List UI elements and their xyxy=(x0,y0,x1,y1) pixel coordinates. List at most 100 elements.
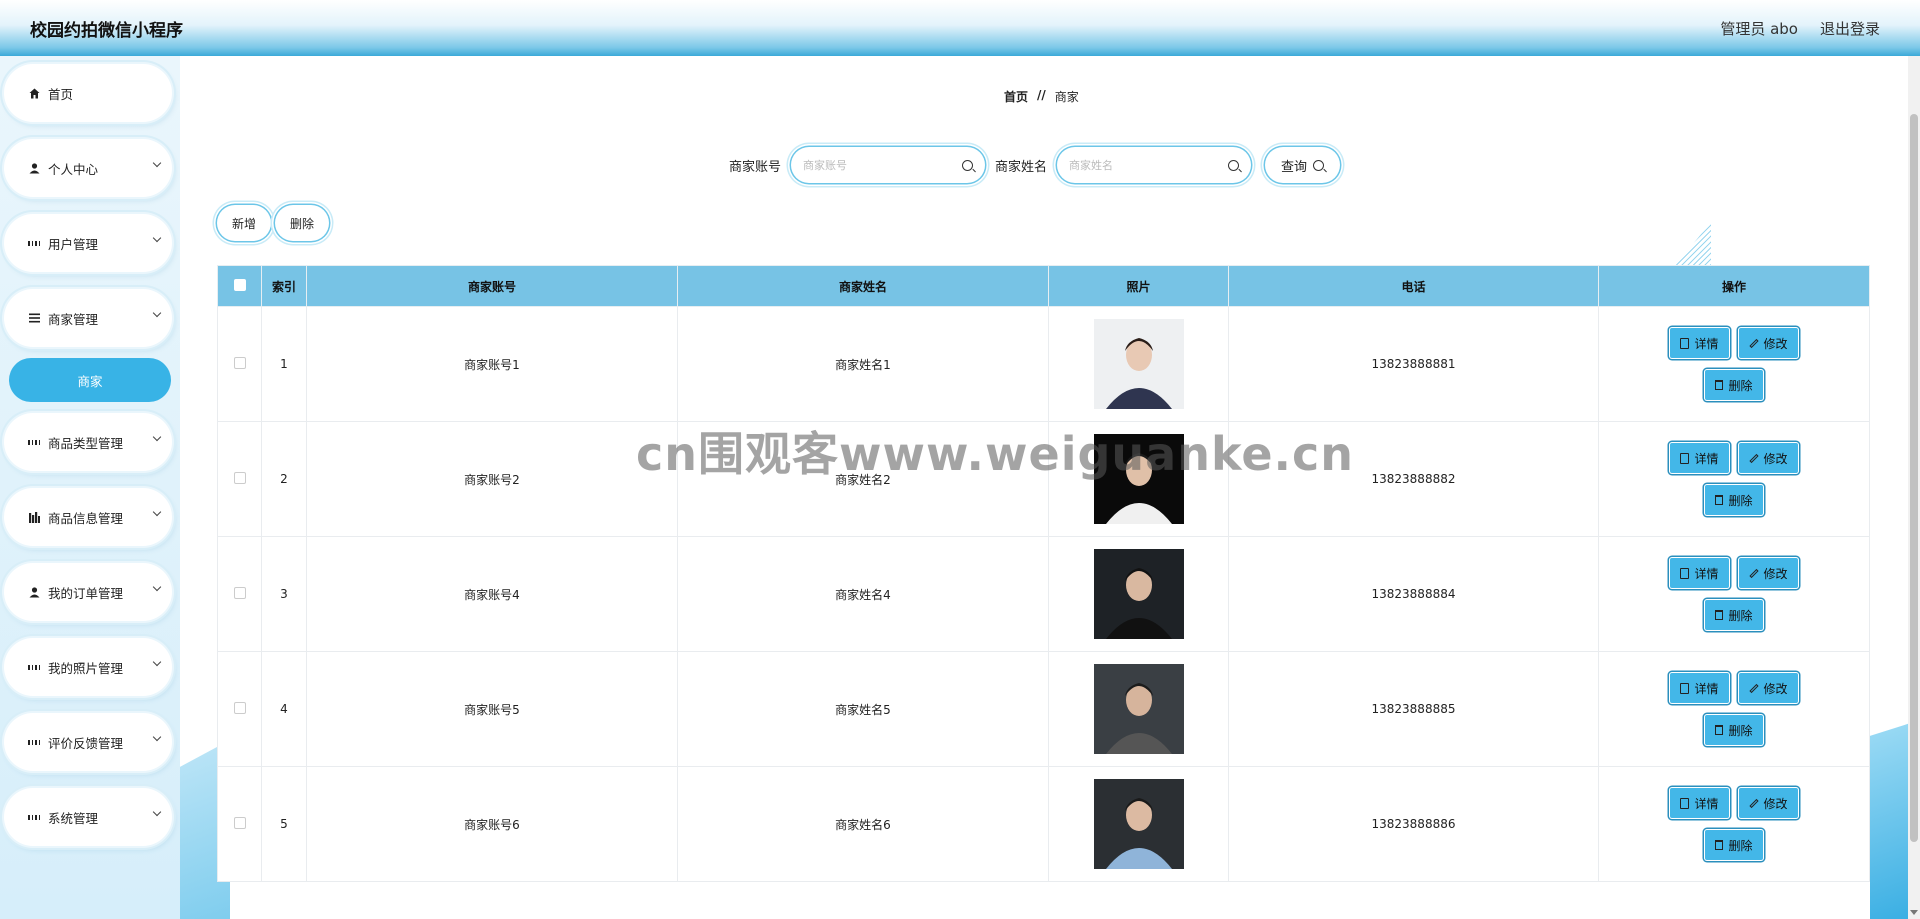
merchant-photo[interactable] xyxy=(1093,434,1184,524)
detail-button-label: 详情 xyxy=(1694,566,1719,581)
account-search-input[interactable] xyxy=(803,158,963,172)
edit-button[interactable]: 修改 xyxy=(1737,327,1799,359)
detail-button-label: 详情 xyxy=(1694,681,1719,696)
chevron-down-icon xyxy=(152,158,162,168)
sidebar-item-my-photos[interactable]: 我的照片管理 xyxy=(4,638,172,696)
edit-button[interactable]: 修改 xyxy=(1737,557,1799,589)
app-title: 校园约拍微信小程序 xyxy=(30,20,183,41)
index-cell: 3 xyxy=(261,536,307,652)
name-search-field[interactable] xyxy=(1057,147,1252,183)
detail-button[interactable]: 详情 xyxy=(1669,442,1730,474)
row-delete-button[interactable]: 删除 xyxy=(1704,599,1764,631)
merchant-photo[interactable] xyxy=(1093,779,1184,869)
column-header-phone: 电话 xyxy=(1228,265,1599,307)
sidebar-item-user-management[interactable]: 用户管理 xyxy=(4,214,172,272)
row-delete-button[interactable]: 删除 xyxy=(1704,829,1764,861)
grid-icon xyxy=(28,237,40,249)
sidebar-subitem-merchant[interactable]: 商家 xyxy=(9,358,171,402)
account-search-field[interactable] xyxy=(791,147,986,183)
row-checkbox[interactable] xyxy=(233,586,246,599)
breadcrumb-home[interactable]: 首页 xyxy=(1004,88,1028,105)
table-header-row: 索引 商家账号 商家姓名 照片 电话 操作 xyxy=(217,265,1870,307)
delete-button-label: 删除 xyxy=(1728,493,1753,508)
sidebar-item-product-type-management[interactable]: 商品类型管理 xyxy=(4,413,172,471)
select-all-checkbox[interactable] xyxy=(233,278,246,291)
grid-icon xyxy=(28,736,40,748)
name-search-input[interactable] xyxy=(1069,158,1229,172)
detail-button[interactable]: 详情 xyxy=(1669,787,1730,819)
delete-button-label: 删除 xyxy=(1728,723,1753,738)
admin-label: 管理员 abo xyxy=(1720,19,1798,38)
sidebar-item-system[interactable]: 系统管理 xyxy=(4,788,172,846)
user-icon xyxy=(28,586,40,598)
merchant-photo[interactable] xyxy=(1093,549,1184,639)
pencil-icon xyxy=(1748,683,1759,693)
sidebar-item-personal-center[interactable]: 个人中心 xyxy=(4,139,172,197)
account-cell: 商家账号1 xyxy=(306,306,678,422)
sidebar: 首页 个人中心 用户管理 商家管理 商家 商品类型管理 商品信息管理 我的订单管… xyxy=(0,56,180,919)
chevron-down-icon xyxy=(152,507,162,517)
action-bar: 新增 删除 xyxy=(217,205,330,241)
operations-cell: 详情 修改 删除 xyxy=(1598,306,1870,422)
detail-button-label: 详情 xyxy=(1694,451,1719,466)
chevron-down-icon xyxy=(152,807,162,817)
add-button[interactable]: 新增 xyxy=(217,205,272,241)
sidebar-item-my-orders[interactable]: 我的订单管理 xyxy=(4,563,172,621)
grid-icon xyxy=(28,661,40,673)
delete-button-label: 删除 xyxy=(1728,378,1753,393)
edit-button[interactable]: 修改 xyxy=(1737,442,1799,474)
phone-cell: 13823888884 xyxy=(1228,536,1599,652)
row-delete-button[interactable]: 删除 xyxy=(1704,369,1764,401)
column-header-name: 商家姓名 xyxy=(677,265,1049,307)
top-header: 校园约拍微信小程序 管理员 abo 退出登录 xyxy=(0,0,1920,56)
row-checkbox[interactable] xyxy=(233,816,246,829)
column-header-photo: 照片 xyxy=(1048,265,1229,307)
edit-button[interactable]: 修改 xyxy=(1737,787,1799,819)
row-checkbox[interactable] xyxy=(233,356,246,369)
delete-button-label: 删除 xyxy=(1728,608,1753,623)
edit-button[interactable]: 修改 xyxy=(1737,672,1799,704)
phone-cell: 13823888881 xyxy=(1228,306,1599,422)
account-cell: 商家账号6 xyxy=(306,766,678,882)
scroll-down-arrow-icon[interactable] xyxy=(1910,910,1918,915)
breadcrumb-separator: // xyxy=(1037,88,1046,102)
edit-button-label: 修改 xyxy=(1763,566,1788,581)
scrollbar-thumb[interactable] xyxy=(1910,114,1918,842)
operations-cell: 详情 修改 删除 xyxy=(1598,651,1870,767)
photo-cell xyxy=(1048,421,1229,537)
merchant-photo[interactable] xyxy=(1093,664,1184,754)
account-cell: 商家账号2 xyxy=(306,421,678,537)
sidebar-item-feedback[interactable]: 评价反馈管理 xyxy=(4,713,172,771)
index-cell: 2 xyxy=(261,421,307,537)
sidebar-item-home[interactable]: 首页 xyxy=(4,64,172,122)
sidebar-item-merchant-management[interactable]: 商家管理 xyxy=(4,289,172,347)
detail-button[interactable]: 详情 xyxy=(1669,557,1730,589)
index-cell: 4 xyxy=(261,651,307,767)
detail-button[interactable]: 详情 xyxy=(1669,672,1730,704)
sidebar-item-product-info-management[interactable]: 商品信息管理 xyxy=(4,488,172,546)
chevron-down-icon xyxy=(152,732,162,742)
logout-link[interactable]: 退出登录 xyxy=(1820,18,1880,39)
row-delete-button[interactable]: 删除 xyxy=(1704,714,1764,746)
sidebar-item-label: 我的照片管理 xyxy=(48,660,124,676)
row-checkbox[interactable] xyxy=(233,701,246,714)
search-icon xyxy=(962,159,974,171)
sidebar-item-label: 首页 xyxy=(48,86,74,102)
batch-delete-button[interactable]: 删除 xyxy=(275,205,330,241)
merchant-photo[interactable] xyxy=(1093,319,1184,409)
row-select-cell xyxy=(217,306,262,422)
sidebar-item-label: 用户管理 xyxy=(48,236,99,252)
sidebar-item-label: 个人中心 xyxy=(48,161,99,177)
table-row: 2 商家账号2 商家姓名2 13823888882 详情 修改 删除 xyxy=(217,421,1870,537)
query-button[interactable]: 查询 xyxy=(1265,147,1341,183)
query-button-label: 查询 xyxy=(1281,159,1308,175)
row-checkbox[interactable] xyxy=(233,471,246,484)
pencil-icon xyxy=(1748,568,1759,578)
photo-cell xyxy=(1048,766,1229,882)
detail-button[interactable]: 详情 xyxy=(1669,327,1730,359)
document-icon xyxy=(1680,452,1690,464)
page-scrollbar[interactable] xyxy=(1908,56,1920,919)
photo-cell xyxy=(1048,536,1229,652)
sidebar-item-label: 我的订单管理 xyxy=(48,585,124,601)
row-delete-button[interactable]: 删除 xyxy=(1704,484,1764,516)
